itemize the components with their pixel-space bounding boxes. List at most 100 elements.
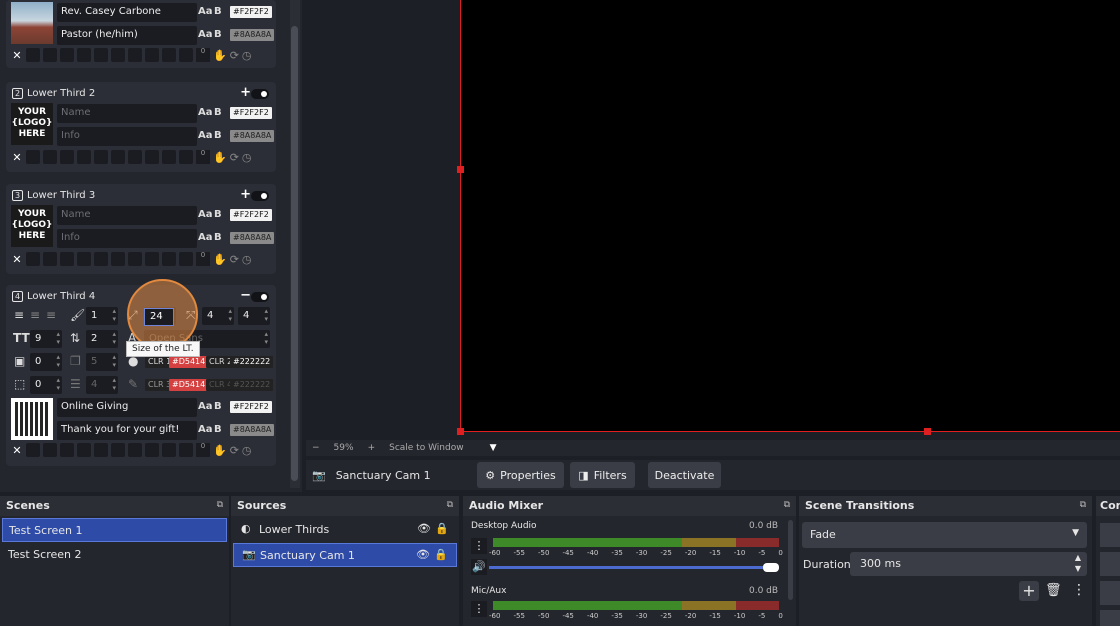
channel-menu-icon[interactable]: ⋮	[471, 538, 487, 554]
add-icon[interactable]: +	[240, 85, 251, 100]
bold-icon[interactable]: B	[214, 6, 222, 17]
collapse-icon[interactable]: −	[240, 288, 251, 303]
refresh-icon[interactable]: ⟳	[230, 151, 239, 164]
lt4-toggle[interactable]	[251, 292, 269, 302]
clock-icon[interactable]: ◷	[242, 151, 252, 164]
close-icon[interactable]: ✕	[11, 253, 23, 266]
spacing-stepper[interactable]: 2	[86, 330, 118, 348]
popout-icon[interactable]: ⧉	[447, 500, 453, 510]
slot-2[interactable]	[43, 443, 57, 457]
slot-9[interactable]	[162, 252, 176, 266]
font-icon[interactable]: Aa	[198, 424, 213, 435]
info-color-chip[interactable]: #8A8A8A	[230, 232, 275, 244]
slot-3[interactable]	[60, 443, 74, 457]
more-options-icon[interactable]: ⋮	[1072, 582, 1086, 598]
slot-5[interactable]	[94, 48, 108, 62]
slot-10[interactable]	[179, 443, 193, 457]
bold-icon[interactable]: B	[214, 130, 222, 141]
font-icon[interactable]: Aa	[198, 130, 213, 141]
properties-button[interactable]: ⚙ Properties	[477, 462, 564, 488]
preview-canvas[interactable]	[457, 0, 1120, 435]
resize-handle-left[interactable]	[457, 166, 464, 173]
resize-handle-bottom-left[interactable]	[457, 428, 464, 435]
info-color-chip[interactable]: #8A8A8A	[230, 424, 275, 436]
refresh-icon[interactable]: ⟳	[230, 444, 239, 457]
slot-1[interactable]	[26, 252, 40, 266]
deactivate-button[interactable]: Deactivate	[648, 462, 721, 488]
image-stepper-2[interactable]: 5	[86, 353, 118, 371]
popout-icon[interactable]: ⧉	[217, 500, 223, 510]
slot-1[interactable]	[26, 150, 40, 164]
slot-5[interactable]	[94, 252, 108, 266]
info-color-chip[interactable]: #8A8A8A	[230, 29, 275, 41]
lt4-name-field[interactable]: Online Giving	[57, 398, 197, 417]
slot-4[interactable]	[77, 443, 91, 457]
visibility-icon[interactable]: 👁	[416, 548, 430, 561]
clr4-chip[interactable]: #222222	[230, 379, 274, 391]
font-icon[interactable]: Aa	[198, 232, 213, 243]
slot-7[interactable]	[128, 252, 142, 266]
hand-icon[interactable]: ✋	[213, 444, 227, 457]
slot-9[interactable]	[162, 443, 176, 457]
add-transition-button[interactable]: +	[1019, 581, 1039, 601]
slot-3[interactable]	[60, 252, 74, 266]
duration-input[interactable]: 300 ms ▲ ▼	[850, 552, 1087, 576]
scrollbar-thumb[interactable]	[291, 26, 298, 481]
lt1-info-field[interactable]: Pastor (he/him)	[57, 26, 197, 45]
slot-6[interactable]	[111, 150, 125, 164]
mixer-scrollbar[interactable]	[788, 520, 793, 600]
slot-4[interactable]	[77, 48, 91, 62]
style-stepper[interactable]: 1	[86, 307, 118, 325]
refresh-icon[interactable]: ⟳	[230, 253, 239, 266]
bold-icon[interactable]: B	[214, 401, 222, 412]
zoom-in-button[interactable]: +	[368, 443, 376, 453]
lt3-info-field[interactable]: Info	[57, 229, 197, 248]
close-icon[interactable]: ✕	[11, 151, 23, 164]
lock-icon[interactable]: 🔒	[434, 548, 448, 561]
lock-icon[interactable]: 🔒	[435, 522, 449, 535]
lt3-name-field[interactable]: Name	[57, 206, 197, 225]
slot-10[interactable]	[179, 48, 193, 62]
lt4-info-field[interactable]: Thank you for your gift!	[57, 421, 197, 440]
font-icon[interactable]: Aa	[198, 107, 213, 118]
logo-placeholder[interactable]: YOUR {LOGO} HERE	[11, 205, 53, 247]
align-center-icon[interactable]: ≡	[30, 308, 40, 322]
hand-icon[interactable]: ✋	[213, 49, 227, 62]
name-color-chip[interactable]: #F2F2F2	[230, 401, 272, 413]
size-input-focused[interactable]: 24	[144, 308, 174, 326]
hand-icon[interactable]: ✋	[213, 253, 227, 266]
slot-4[interactable]	[77, 252, 91, 266]
font-icon[interactable]: Aa	[198, 401, 213, 412]
profile-image[interactable]	[11, 2, 53, 44]
border-stepper[interactable]: 0	[30, 376, 62, 394]
transition-select[interactable]: Fade ▼	[802, 522, 1087, 548]
image-stepper[interactable]: 0	[30, 353, 62, 371]
visibility-icon[interactable]: 👁	[417, 522, 431, 535]
clock-icon[interactable]: ◷	[242, 253, 252, 266]
source-item[interactable]: 📷 Sanctuary Cam 1 👁 🔒	[233, 543, 457, 567]
resize-handle-bottom[interactable]	[924, 428, 931, 435]
slot-10[interactable]	[179, 150, 193, 164]
slot-2[interactable]	[43, 48, 57, 62]
popout-icon[interactable]: ⧉	[1080, 500, 1086, 510]
slot-7[interactable]	[128, 150, 142, 164]
name-color-chip[interactable]: #F2F2F2	[230, 209, 272, 221]
offset-y-stepper[interactable]: 4	[238, 307, 270, 325]
font-icon[interactable]: Aa	[198, 209, 213, 220]
logo-placeholder[interactable]: YOUR {LOGO} HERE	[11, 103, 53, 145]
slot-9[interactable]	[162, 48, 176, 62]
volume-slider-handle[interactable]	[763, 563, 779, 572]
align-right-icon[interactable]: ≡	[46, 308, 56, 322]
add-icon[interactable]: +	[240, 187, 251, 202]
bold-icon[interactable]: B	[214, 107, 222, 118]
info-color-chip[interactable]: #8A8A8A	[230, 130, 275, 142]
hand-icon[interactable]: ✋	[213, 151, 227, 164]
qr-code-image[interactable]	[11, 398, 53, 440]
slot-8[interactable]	[145, 443, 159, 457]
control-button[interactable]	[1100, 523, 1120, 547]
control-button[interactable]	[1100, 610, 1120, 626]
filters-button[interactable]: ◨ Filters	[570, 462, 635, 488]
name-color-chip[interactable]: #F2F2F2	[230, 6, 272, 18]
channel-menu-icon[interactable]: ⋮	[471, 601, 487, 617]
delete-transition-icon[interactable]: 🗑	[1045, 583, 1062, 598]
